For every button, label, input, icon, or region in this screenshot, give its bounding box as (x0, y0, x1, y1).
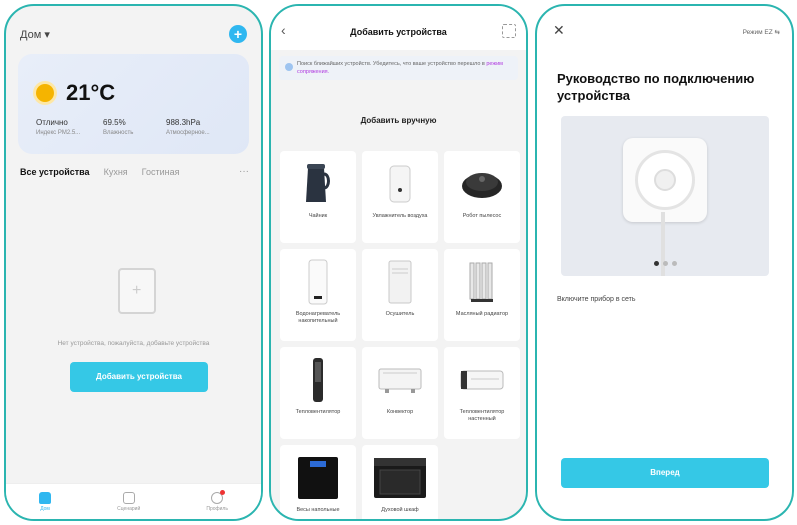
nearby-search-banner: Поиск ближайших устройств. Убедитесь, чт… (279, 56, 518, 80)
search-hint: Поиск ближайших устройств. Убедитесь, чт… (297, 60, 512, 76)
humidity-value: 69.5% (103, 118, 126, 127)
oven-icon (372, 455, 428, 501)
nav-profile[interactable]: Профиль (206, 489, 228, 512)
temperature: 21°C (66, 80, 116, 105)
device-label: Тепловентилятор (295, 409, 341, 415)
humidifier-icon (386, 161, 414, 207)
pressure-label: Атмосферное... (166, 130, 210, 136)
carousel-dot (662, 261, 668, 266)
add-device-screen: ‹ Добавить устройства Поиск ближайших ус… (269, 4, 528, 521)
tab-kitchen[interactable]: Кухня (104, 167, 128, 177)
home-icon (39, 491, 52, 504)
device-label: Увлажнитель воздуха (372, 213, 428, 219)
notification-dot (220, 489, 226, 495)
manual-add-title: Добавить вручную (360, 116, 437, 125)
device-card-water-heater[interactable]: Водонагреватель накопительный (280, 249, 356, 341)
device-card-convector[interactable]: Конвектор (362, 347, 438, 439)
next-button[interactable]: Вперед (561, 458, 769, 488)
convector-icon (377, 357, 423, 403)
device-label: Чайник (308, 213, 328, 219)
screens: Дом ▾ + 21°C Отлично Индекс PM2.5... 69.… (0, 0, 797, 525)
water-heater-icon (306, 259, 330, 305)
air-quality-value: Отлично (36, 118, 68, 127)
wall-socket-icon (623, 138, 707, 222)
connection-guide-screen: ✕ Режим EZ ⇆ Руководство по подключению … (535, 4, 794, 521)
add-devices-button[interactable]: Добавить устройства (70, 362, 208, 392)
device-label: Конвектор (386, 409, 414, 415)
bluetooth-icon (285, 63, 293, 71)
device-card-kettle[interactable]: Чайник (280, 151, 356, 243)
mode-label: Режим EZ (742, 29, 773, 36)
device-label: Духовой шкаф (381, 507, 419, 513)
sun-icon (36, 84, 54, 102)
device-label: Водонагреватель накопительный (295, 311, 341, 324)
nav-scenario[interactable]: Сценарий (117, 491, 141, 512)
home-screen: Дом ▾ + 21°C Отлично Индекс PM2.5... 69.… (4, 4, 263, 521)
empty-state-text: Нет устройства, пожалуйста, добавьте уст… (57, 340, 210, 347)
device-label: Робот пылесос (462, 213, 502, 219)
carousel-dots[interactable] (561, 261, 769, 266)
room-tabs: Все устройства Кухня Гостиная ··· (20, 166, 249, 177)
cord (661, 212, 665, 276)
more-icon[interactable]: ··· (239, 166, 249, 177)
add-device-header: ‹ Добавить устройства (271, 6, 526, 50)
home-header: Дом ▾ + (20, 24, 247, 44)
plug-icon (654, 169, 676, 191)
add-device-plus-button[interactable]: + (229, 25, 247, 43)
tab-all-devices[interactable]: Все устройства (20, 167, 90, 177)
nav-scenario-label: Сценарий (117, 505, 141, 512)
guide-title: Руководство по подключению устройства (557, 71, 755, 103)
empty-document-icon (118, 268, 156, 314)
wall-heater-icon (459, 357, 505, 403)
oil-radiator-icon (467, 259, 497, 305)
device-card-fan-heater[interactable]: Тепловентилятор (280, 347, 356, 439)
search-hint-text: Поиск ближайших устройств. Убедитесь, чт… (297, 61, 485, 67)
nav-home-label: Дом (40, 505, 50, 512)
carousel-dot (653, 261, 659, 266)
profile-icon (211, 489, 226, 504)
weather-card: 21°C Отлично Индекс PM2.5... 69.5% Влажн… (18, 54, 249, 154)
device-grid: Чайник Увлажнитель воздуха Робот пылесос… (280, 151, 523, 519)
device-label: Масляный радиатор (455, 311, 509, 317)
nav-profile-label: Профиль (206, 505, 228, 512)
instruction-text: Включите прибор в сеть (557, 296, 636, 303)
device-card-scale[interactable]: Весы напольные (280, 445, 356, 519)
scale-icon (296, 455, 340, 501)
bottom-nav: Дом Сценарий Профиль (6, 483, 261, 519)
close-icon[interactable]: ✕ (553, 22, 565, 39)
nav-home[interactable]: Дом (39, 491, 52, 512)
carousel-dot (671, 261, 677, 266)
socket-ring (635, 150, 695, 210)
pressure-value: 988.3hPa (166, 118, 201, 127)
device-label: Осушитель (385, 311, 415, 317)
plug-in-illustration (561, 116, 769, 276)
device-card-dehumidifier[interactable]: Осушитель (362, 249, 438, 341)
device-card-robot-vacuum[interactable]: Робот пылесос (444, 151, 520, 243)
device-card-oil-radiator[interactable]: Масляный радиатор (444, 249, 520, 341)
home-selector[interactable]: Дом ▾ (20, 28, 50, 41)
fan-heater-icon (310, 357, 326, 403)
mode-switch[interactable]: Режим EZ ⇆ (743, 28, 780, 36)
device-card-humidifier[interactable]: Увлажнитель воздуха (362, 151, 438, 243)
device-card-oven[interactable]: Духовой шкаф (362, 445, 438, 519)
add-device-title: Добавить устройства (350, 27, 447, 37)
device-card-wall-heater[interactable]: Тепловентилятор настенный (444, 347, 520, 439)
scenario-icon (122, 491, 135, 504)
kettle-icon (302, 161, 334, 207)
dehumidifier-icon (386, 259, 414, 305)
scan-icon[interactable] (502, 24, 516, 38)
robot-vacuum-icon (459, 161, 505, 207)
device-label: Тепловентилятор настенный (459, 409, 505, 422)
air-quality-label: Индекс PM2.5... (36, 130, 81, 136)
humidity-label: Влажность (103, 130, 134, 136)
device-label: Весы напольные (296, 507, 340, 513)
tab-living-room[interactable]: Гостиная (142, 167, 180, 177)
